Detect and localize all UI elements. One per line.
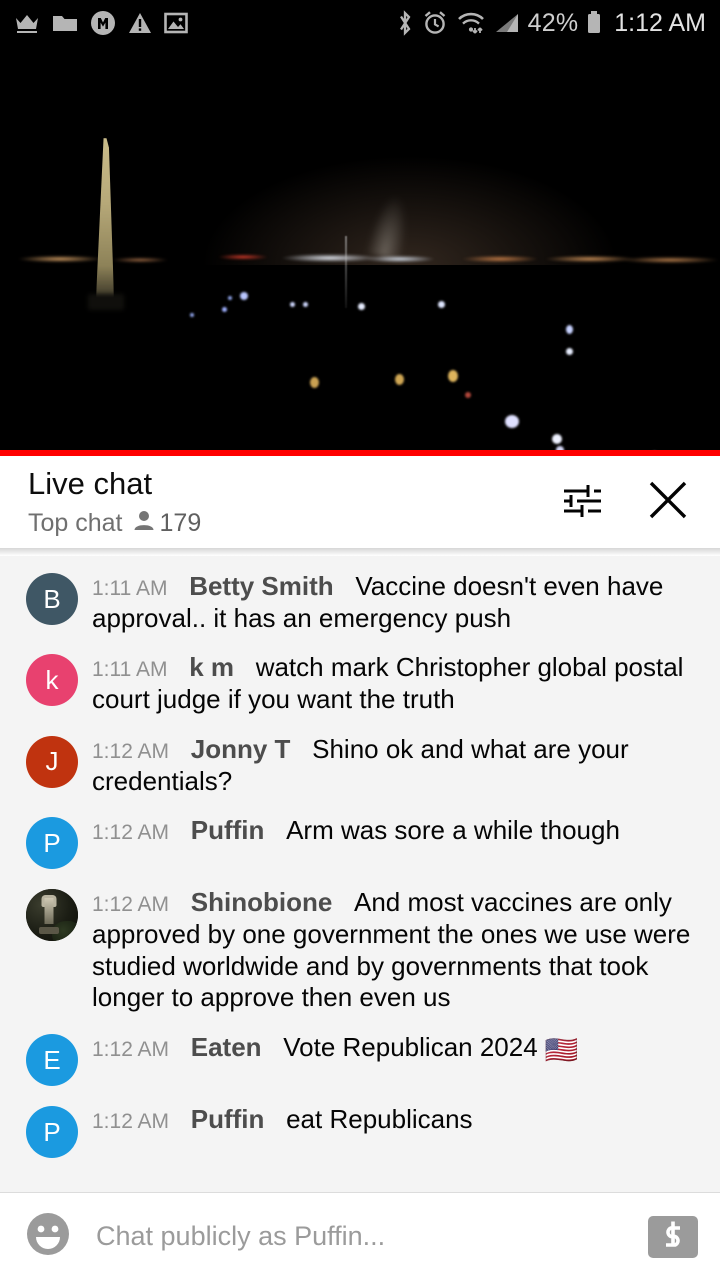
viewer-count-group: 179 (133, 508, 202, 538)
avatar[interactable]: P (26, 1106, 78, 1159)
message-author[interactable]: Puffin (191, 1104, 265, 1134)
message-text: eat Republicans (286, 1104, 473, 1135)
message-text: Vote Republican 2024 (283, 1032, 545, 1063)
chat-input[interactable] (74, 1221, 636, 1252)
smiley-face-icon (23, 1209, 73, 1264)
monument-base-shadow (88, 294, 124, 310)
chat-message-body: 1:11 AM Betty Smith Vaccine doesn't even… (92, 571, 698, 634)
chat-message-body: 1:11 AM k m watch mark Christopher globa… (92, 652, 698, 715)
chat-header-subline: Top chat 179 (28, 509, 201, 538)
avatar[interactable]: k (26, 654, 78, 707)
message-timestamp: 1:12 AM (92, 739, 170, 763)
us-flag-emoji: 🇺🇸 (544, 1035, 579, 1066)
chat-mode-label[interactable]: Top chat (28, 509, 123, 538)
message-author[interactable]: Betty Smith (189, 571, 333, 601)
status-bar-right-icons: 42% 1:12 AM (396, 9, 706, 38)
viewer-count: 179 (159, 508, 202, 537)
folder-icon (52, 12, 78, 34)
chat-message-row[interactable]: P 1:12 AM Puffin Arm was sore a while th… (0, 806, 720, 878)
message-author[interactable]: Jonny T (191, 734, 291, 764)
image-icon (164, 12, 188, 34)
flagpole (345, 236, 347, 308)
chat-message-row[interactable]: E 1:12 AM Eaten Vote Republican 2024 🇺🇸 (0, 1023, 720, 1095)
chat-input-bar (0, 1193, 720, 1280)
battery-percent: 42% (527, 8, 579, 37)
dollar-superchat-icon (658, 1219, 688, 1254)
message-timestamp: 1:12 AM (92, 1038, 170, 1062)
close-x-icon (644, 476, 692, 529)
message-text: Arm was sore a while though (286, 815, 620, 846)
status-bar-left-icons (14, 10, 188, 36)
chat-message-list[interactable]: B 1:11 AM Betty Smith Vaccine doesn't ev… (0, 556, 720, 1192)
chat-message-row[interactable]: B 1:11 AM Betty Smith Vaccine doesn't ev… (0, 562, 720, 643)
message-timestamp: 1:12 AM (92, 893, 170, 917)
status-bar: 42% 1:12 AM (0, 0, 720, 46)
message-author[interactable]: Shinobione (191, 887, 333, 917)
chat-message-body: 1:12 AM Puffin eat Republicans (92, 1104, 698, 1158)
message-author[interactable]: Puffin (191, 815, 265, 845)
message-author[interactable]: k m (189, 652, 234, 682)
live-chat-screen: 42% 1:12 AM Live chat Top chat 179 B 1:1… (0, 0, 720, 1280)
chat-header-titles: Live chat Top chat 179 (28, 466, 201, 538)
chat-settings-button[interactable] (558, 478, 606, 526)
live-chat-header: Live chat Top chat 179 (0, 456, 720, 548)
chat-message-row[interactable]: P 1:12 AM Puffin eat Republicans (0, 1095, 720, 1167)
avatar[interactable]: J (26, 735, 78, 788)
message-timestamp: 1:11 AM (92, 577, 168, 600)
m-badge-icon (90, 10, 116, 36)
chat-message-row[interactable]: k 1:11 AM k m watch mark Christopher glo… (0, 643, 720, 724)
warning-icon (128, 12, 152, 34)
chat-message-body: 1:12 AM Jonny T Shino ok and what are yo… (92, 734, 698, 797)
chat-message-body: 1:12 AM Eaten Vote Republican 2024 🇺🇸 (92, 1032, 698, 1086)
avatar-photo-lamp (44, 897, 54, 924)
message-text: Shino ok and what are your credentials? (92, 733, 629, 796)
message-timestamp: 1:11 AM (92, 658, 168, 682)
cellular-signal-icon (494, 11, 520, 35)
avatar[interactable] (26, 889, 78, 942)
chat-message-row[interactable]: J 1:12 AM Jonny T Shino ok and what are … (0, 725, 720, 806)
battery-icon (586, 10, 602, 36)
tune-sliders-icon (560, 478, 604, 527)
video-player[interactable] (0, 46, 720, 450)
message-timestamp: 1:12 AM (92, 821, 170, 845)
video-frame (0, 46, 720, 450)
avatar-photo-base (38, 927, 59, 935)
chat-message-body: 1:12 AM Shinobione And most vaccines are… (92, 887, 698, 1014)
message-author[interactable]: Eaten (191, 1032, 262, 1062)
close-chat-button[interactable] (644, 478, 692, 526)
super-chat-button[interactable] (648, 1215, 698, 1258)
chat-header-actions (558, 478, 692, 526)
avatar[interactable]: P (26, 817, 78, 870)
bluetooth-icon (396, 10, 414, 36)
avatar-initial: P (43, 1116, 61, 1147)
chat-message-body: 1:12 AM Puffin Arm was sore a while thou… (92, 815, 698, 869)
avatar-initial: B (43, 583, 61, 614)
emoji-picker-button[interactable] (22, 1211, 74, 1263)
header-drop-shadow (0, 548, 720, 556)
alarm-icon (422, 10, 448, 36)
avatar-initial: P (43, 827, 61, 858)
avatar[interactable]: E (26, 1034, 78, 1087)
page-title: Live chat (28, 466, 153, 502)
person-icon (133, 509, 155, 538)
wifi-icon (456, 10, 486, 36)
chat-message-row[interactable]: 1:12 AM Shinobione And most vaccines are… (0, 878, 720, 1023)
crown-icon (14, 12, 40, 34)
avatar[interactable]: B (26, 573, 78, 625)
message-timestamp: 1:12 AM (92, 1110, 170, 1134)
avatar-initial: J (45, 746, 59, 777)
status-bar-clock: 1:12 AM (614, 8, 706, 37)
avatar-initial: k (45, 664, 59, 695)
avatar-initial: E (43, 1044, 61, 1075)
washington-monument (96, 138, 114, 298)
